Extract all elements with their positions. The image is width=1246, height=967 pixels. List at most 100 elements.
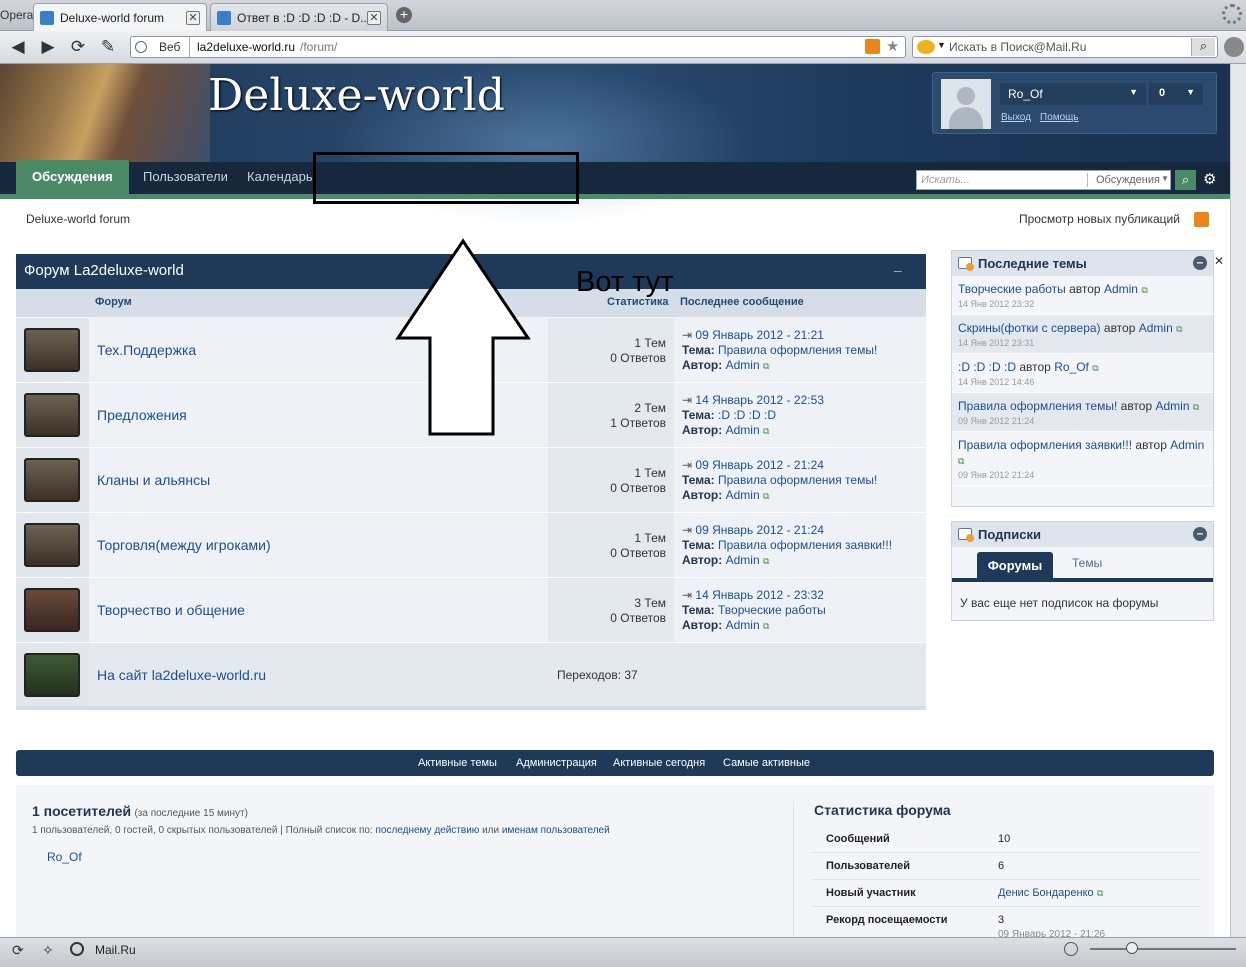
redirect-link[interactable]: На сайт la2deluxe-world.ru [97, 667, 266, 683]
rss-icon[interactable] [1194, 212, 1209, 227]
last-post-date[interactable]: 14 Январь 2012 - 23:32 [695, 588, 824, 602]
external-link-icon[interactable]: ⧉ [1141, 285, 1147, 295]
last-post-arrow-icon[interactable]: ⇥ [682, 328, 695, 342]
recent-topic-link[interactable]: Скрины(фотки с сервера) [958, 321, 1101, 335]
last-post-topic[interactable]: Творческие работы [718, 603, 826, 617]
forum-link[interactable]: Творчество и общение [97, 602, 245, 618]
notifications-menu[interactable]: 0 ▼ [1149, 83, 1203, 105]
external-link-icon[interactable]: ⧉ [1092, 363, 1098, 373]
external-link-icon[interactable]: ⧉ [958, 456, 964, 466]
site-title[interactable]: Deluxe-world [208, 70, 505, 121]
last-post-topic[interactable]: :D :D :D :D [718, 408, 776, 422]
mailru-icon[interactable] [70, 942, 84, 956]
external-link-icon[interactable]: ⧉ [763, 426, 769, 436]
last-post-date[interactable]: 09 Январь 2012 - 21:24 [695, 458, 824, 472]
tab-users[interactable]: Пользователи [127, 160, 244, 194]
reload-icon[interactable]: ⟳ [68, 37, 88, 57]
back-icon[interactable]: ◀ [8, 37, 28, 57]
gear-icon[interactable]: ⚙ [1203, 170, 1216, 188]
last-post-arrow-icon[interactable]: ⇥ [682, 393, 695, 407]
recent-topic-link[interactable]: :D :D :D :D [958, 360, 1016, 374]
tab-reply[interactable]: Ответ в :D :D :D :D - D... ✕ [210, 3, 388, 31]
rss-icon[interactable] [865, 39, 880, 54]
tab-deluxe-forum[interactable]: Deluxe-world forum ✕ [33, 3, 207, 31]
external-link-icon[interactable]: ⧉ [763, 621, 769, 631]
external-link-icon[interactable]: ⧉ [1193, 402, 1199, 412]
zoom-slider-handle[interactable] [1126, 942, 1138, 954]
new-tab-icon[interactable]: + [396, 7, 412, 23]
search-icon[interactable]: ⌕ [1191, 38, 1215, 56]
most-active-link[interactable]: Самые активные [723, 750, 810, 776]
external-link-icon[interactable]: ⧉ [763, 491, 769, 501]
sort-by-activity-link[interactable]: последнему действию [375, 825, 479, 836]
recent-topic-link[interactable]: Творческие работы [958, 282, 1066, 296]
trash-icon[interactable] [1222, 4, 1242, 24]
last-post-author[interactable]: Admin [726, 423, 760, 437]
last-post-date[interactable]: 14 Январь 2012 - 22:53 [695, 393, 824, 407]
recent-topic-link[interactable]: Правила оформления заявки!!! [958, 438, 1132, 452]
chevron-down-icon[interactable]: ▼ [937, 40, 946, 50]
search-input[interactable]: Искать... [921, 174, 970, 186]
tab-discussions[interactable]: Обсуждения [16, 160, 129, 194]
browser-search[interactable]: ▼ Искать в Поиск@Mail.Ru ⌕ [912, 36, 1218, 58]
bookmark-star-icon[interactable]: ★ [886, 37, 899, 55]
external-link-icon[interactable]: ⧉ [1097, 880, 1103, 907]
forum-link[interactable]: Тех.Поддержка [97, 342, 196, 358]
logout-link[interactable]: Выход [1001, 112, 1031, 123]
last-post-date[interactable]: 09 Январь 2012 - 21:21 [695, 328, 824, 342]
zoom-out-icon[interactable] [1064, 942, 1078, 956]
sort-by-name-link[interactable]: именам пользователей [502, 825, 610, 836]
recent-topic-author[interactable]: Ro_Of [1054, 360, 1089, 374]
address-bar[interactable]: Веб la2deluxe-world.ru /forum/ ★ [130, 36, 906, 58]
forward-icon[interactable]: ▶ [38, 37, 58, 57]
last-post-author[interactable]: Admin [726, 488, 760, 502]
sync-icon[interactable]: ⟳ [12, 942, 24, 959]
forum-category-title[interactable]: Форум La2deluxe-world [24, 262, 184, 279]
collapse-icon[interactable]: – [894, 254, 902, 287]
last-post-author[interactable]: Admin [726, 553, 760, 567]
recent-topic-author[interactable]: Admin [1139, 321, 1173, 335]
last-post-arrow-icon[interactable]: ⇥ [682, 523, 695, 537]
tab-topics[interactable]: Темы [1072, 556, 1102, 570]
administration-link[interactable]: Администрация [516, 750, 597, 776]
page-scrollbar[interactable] [1230, 64, 1246, 937]
edit-icon[interactable]: ✎ [98, 37, 118, 57]
last-post-topic[interactable]: Правила оформления темы! [718, 343, 877, 357]
last-post-arrow-icon[interactable]: ⇥ [682, 458, 695, 472]
online-user[interactable]: Ro_Of [47, 850, 82, 864]
recent-topic-link[interactable]: Правила оформления темы! [958, 399, 1117, 413]
close-icon[interactable]: ✕ [1214, 254, 1224, 268]
external-link-icon[interactable]: ⧉ [763, 556, 769, 566]
recent-topic-author[interactable]: Admin [1170, 438, 1204, 452]
avatar[interactable] [941, 79, 991, 129]
last-post-topic[interactable]: Правила оформления темы! [718, 473, 877, 487]
forum-link[interactable]: Кланы и альянсы [97, 472, 210, 488]
breadcrumb[interactable]: Deluxe-world forum [26, 212, 130, 226]
last-post-author[interactable]: Admin [726, 618, 760, 632]
minimize-icon[interactable]: – [1193, 256, 1207, 270]
last-post-date[interactable]: 09 Январь 2012 - 21:24 [695, 523, 824, 537]
forum-link[interactable]: Предложения [97, 407, 187, 423]
status-label[interactable]: Mail.Ru [95, 943, 136, 957]
external-link-icon[interactable]: ⧉ [1176, 324, 1182, 334]
active-today-link[interactable]: Активные сегодня [613, 750, 705, 776]
external-link-icon[interactable]: ⧉ [763, 361, 769, 371]
minimize-icon[interactable]: – [1193, 527, 1207, 541]
tab-forums[interactable]: Форумы [977, 552, 1053, 579]
search-scope[interactable]: Обсуждения [1096, 174, 1160, 186]
recent-topic-author[interactable]: Admin [1104, 282, 1138, 296]
search-icon[interactable]: ⌕ [1175, 170, 1196, 190]
close-tab-icon[interactable]: ✕ [367, 11, 381, 25]
recent-topic-author[interactable]: Admin [1155, 399, 1189, 413]
last-post-author[interactable]: Admin [726, 358, 760, 372]
newest-member-link[interactable]: Денис Бондаренко [998, 880, 1094, 907]
last-post-arrow-icon[interactable]: ⇥ [682, 588, 695, 602]
forum-link[interactable]: Торговля(между игроками) [97, 537, 271, 553]
unite-icon[interactable]: ✧ [42, 942, 54, 959]
forum-search[interactable]: Искать... Обсуждения ▼ [916, 170, 1171, 190]
new-posts-link[interactable]: Просмотр новых публикаций [1019, 212, 1180, 226]
close-tab-icon[interactable]: ✕ [186, 11, 200, 25]
user-menu[interactable]: Ro_Of ▼ [1000, 83, 1146, 105]
active-topics-link[interactable]: Активные темы [418, 750, 497, 776]
opera-menu-icon[interactable] [1224, 37, 1244, 57]
